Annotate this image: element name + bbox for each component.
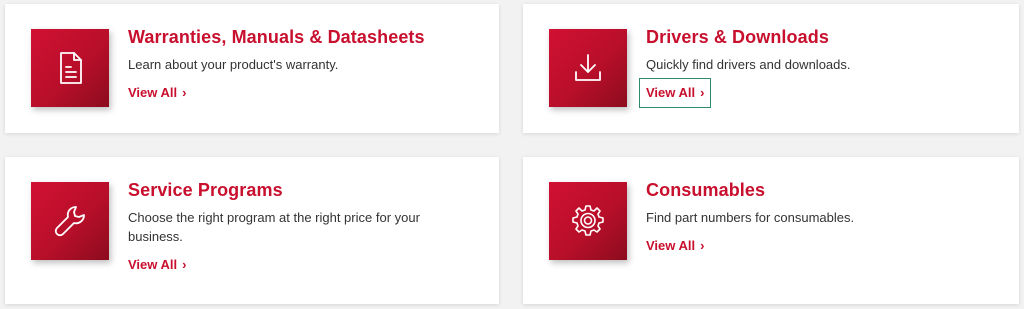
card-description: Choose the right program at the right pr… — [128, 210, 420, 244]
card-drivers-downloads: Drivers & Downloads Quickly find drivers… — [523, 4, 1019, 133]
chevron-right-icon: › — [182, 257, 187, 272]
view-all-label: View All — [128, 85, 178, 100]
chevron-right-icon: › — [700, 85, 705, 100]
card-title: Warranties, Manuals & Datasheets — [128, 27, 425, 47]
view-all-label: View All — [646, 85, 696, 100]
card-title: Consumables — [646, 180, 766, 200]
view-all-link[interactable]: View All › — [128, 82, 186, 104]
card-title: Drivers & Downloads — [646, 27, 829, 47]
card-title: Service Programs — [128, 180, 283, 200]
view-all-label: View All — [646, 238, 696, 253]
view-all-label: View All — [128, 257, 178, 272]
document-icon — [31, 29, 109, 107]
card-consumables: Consumables Find part numbers for consum… — [523, 157, 1019, 304]
card-description: Learn about your product's warranty. — [128, 57, 339, 72]
gear-icon — [549, 182, 627, 260]
view-all-link[interactable]: View All › — [128, 254, 186, 276]
card-warranties-manuals-datasheets: Warranties, Manuals & Datasheets Learn a… — [5, 4, 499, 133]
chevron-right-icon: › — [182, 85, 187, 100]
card-description: Quickly find drivers and downloads. — [646, 57, 851, 72]
view-all-link[interactable]: View All › — [646, 235, 704, 257]
card-description: Find part numbers for consumables. — [646, 210, 855, 225]
view-all-link[interactable]: View All › — [638, 78, 712, 108]
chevron-right-icon: › — [700, 238, 705, 253]
wrench-icon — [31, 182, 109, 260]
download-icon — [549, 29, 627, 107]
card-service-programs: Service Programs Choose the right progra… — [5, 157, 499, 304]
